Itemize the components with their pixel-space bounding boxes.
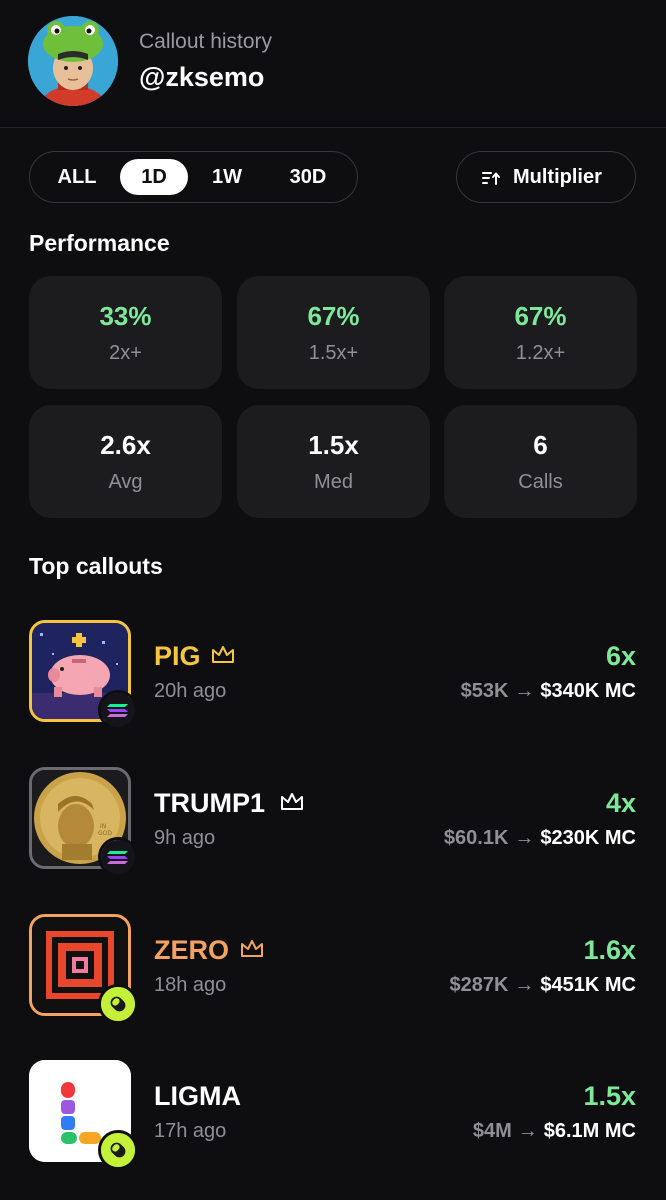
username: @zksemo (139, 62, 265, 92)
mc-to: $340K MC (540, 680, 636, 702)
header-subtitle: Callout history (139, 30, 273, 53)
callout-row-ligma[interactable]: LIGMA 17h ago 1.5x $4M → $6.1M MC (0, 1060, 666, 1180)
callout-row-zero[interactable]: ZERO 18h ago 1.6x $287K → $451K MC (0, 914, 666, 1034)
stat-value: 2.6x (100, 430, 151, 460)
token-name: ZERO (154, 935, 230, 965)
sort-button-label: Multiplier (513, 166, 602, 188)
market-cap-change: $287K → $451K MC (449, 974, 636, 997)
stat-value: 33% (99, 301, 152, 331)
mc-to: $6.1M MC (543, 1120, 636, 1142)
stat-label: 1.2x+ (515, 342, 566, 364)
mc-to: $230K MC (540, 827, 636, 849)
stat-card-median: 1.5x Med (237, 405, 430, 518)
sort-multiplier-button[interactable]: Multiplier (456, 151, 636, 203)
stat-value: 67% (514, 301, 567, 331)
crown-icon (241, 940, 263, 957)
sort-ascending-icon (482, 172, 500, 185)
multiplier-value: 1.5x (583, 1081, 636, 1111)
mc-from: $4M (472, 1120, 512, 1142)
stat-label: 2x+ (109, 342, 142, 364)
profile-header: Callout history @zksemo (0, 0, 666, 128)
tab-1d[interactable]: 1D (120, 159, 188, 195)
performance-title: Performance (29, 230, 170, 256)
mc-to: $451K MC (540, 974, 636, 996)
call-time: 20h ago (154, 680, 227, 702)
arrow-right-icon: → (514, 827, 535, 849)
mc-from: $53K (460, 680, 509, 702)
pumpfun-pill-icon (98, 984, 138, 1024)
callout-row-pig[interactable]: PIG 20h ago 6x $53K → $340K MC (0, 620, 666, 740)
mc-from: $60.1K (443, 827, 509, 849)
stat-card-1-5x: 67% 1.5x+ (237, 276, 430, 389)
stat-card-1-2x: 67% 1.2x+ (444, 276, 637, 389)
stat-value: 6 (533, 430, 548, 460)
arrow-right-icon: → (514, 974, 535, 996)
crown-icon (212, 646, 234, 663)
top-callouts-title: Top callouts (29, 553, 163, 579)
pumpfun-pill-icon (98, 1130, 138, 1170)
callout-row-trump1[interactable]: IN GOD TRUMP1 9h ago 4x $60.1K → $230K MC (0, 767, 666, 887)
market-cap-change: $4M → $6.1M MC (473, 1120, 636, 1143)
tab-all[interactable]: ALL (42, 159, 112, 195)
stat-label: Avg (108, 471, 143, 493)
stat-card-avg: 2.6x Avg (29, 405, 222, 518)
mc-from: $287K (449, 974, 509, 996)
call-time: 18h ago (154, 974, 227, 996)
tab-30d[interactable]: 30D (270, 159, 346, 195)
arrow-right-icon: → (514, 680, 535, 702)
multiplier-value: 6x (605, 641, 636, 671)
stat-label: Med (314, 471, 353, 493)
tab-1w[interactable]: 1W (196, 159, 258, 195)
stat-label: Calls (518, 471, 563, 493)
stat-card-2x: 33% 2x+ (29, 276, 222, 389)
token-name: TRUMP1 (154, 788, 266, 818)
multiplier-value: 1.6x (583, 935, 636, 965)
solana-icon (98, 690, 138, 730)
call-time: 9h ago (154, 827, 216, 849)
solana-icon (98, 837, 138, 877)
market-cap-change: $60.1K → $230K MC (444, 827, 636, 850)
crown-icon (281, 793, 303, 810)
time-range-tabs: ALL 1D 1W 30D (29, 151, 358, 203)
arrow-right-icon: → (517, 1120, 538, 1142)
multiplier-value: 4x (605, 788, 636, 818)
user-avatar[interactable] (28, 16, 118, 106)
stat-card-calls: 6 Calls (444, 405, 637, 518)
stat-value: 1.5x (308, 430, 359, 460)
svg-text:IN: IN (100, 823, 106, 830)
token-name: PIG (154, 641, 201, 671)
stat-label: 1.5x+ (308, 342, 359, 364)
call-time: 17h ago (154, 1120, 227, 1142)
stat-value: 67% (307, 301, 360, 331)
market-cap-change: $53K → $340K MC (461, 680, 636, 703)
svg-text:GOD: GOD (98, 830, 112, 837)
token-name: LIGMA (154, 1081, 241, 1111)
